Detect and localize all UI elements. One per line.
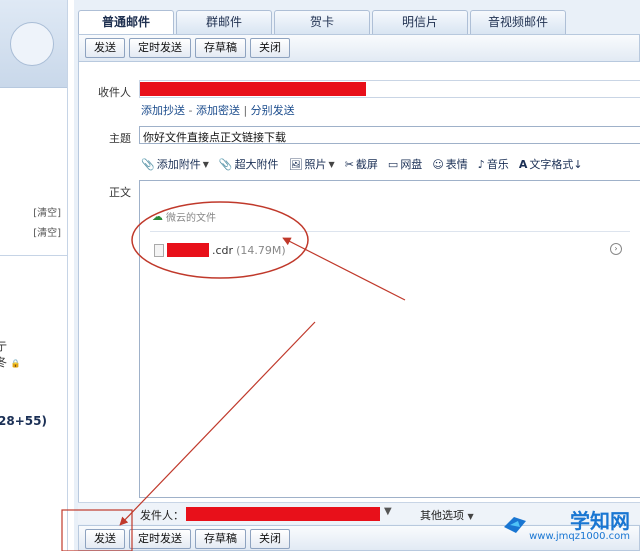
highlight-ellipse [131,201,309,279]
brand-logo-icon [504,517,526,533]
annotation-overlay [61,201,406,551]
watermark: 学知网 www.jmqz1000.com [490,501,640,551]
annotation-arrow [282,237,406,301]
highlight-box [61,509,133,551]
annotation-arrow [119,321,316,526]
watermark-url: www.jmqz1000.com [529,531,630,542]
watermark-brand: 学知网 [570,509,630,533]
